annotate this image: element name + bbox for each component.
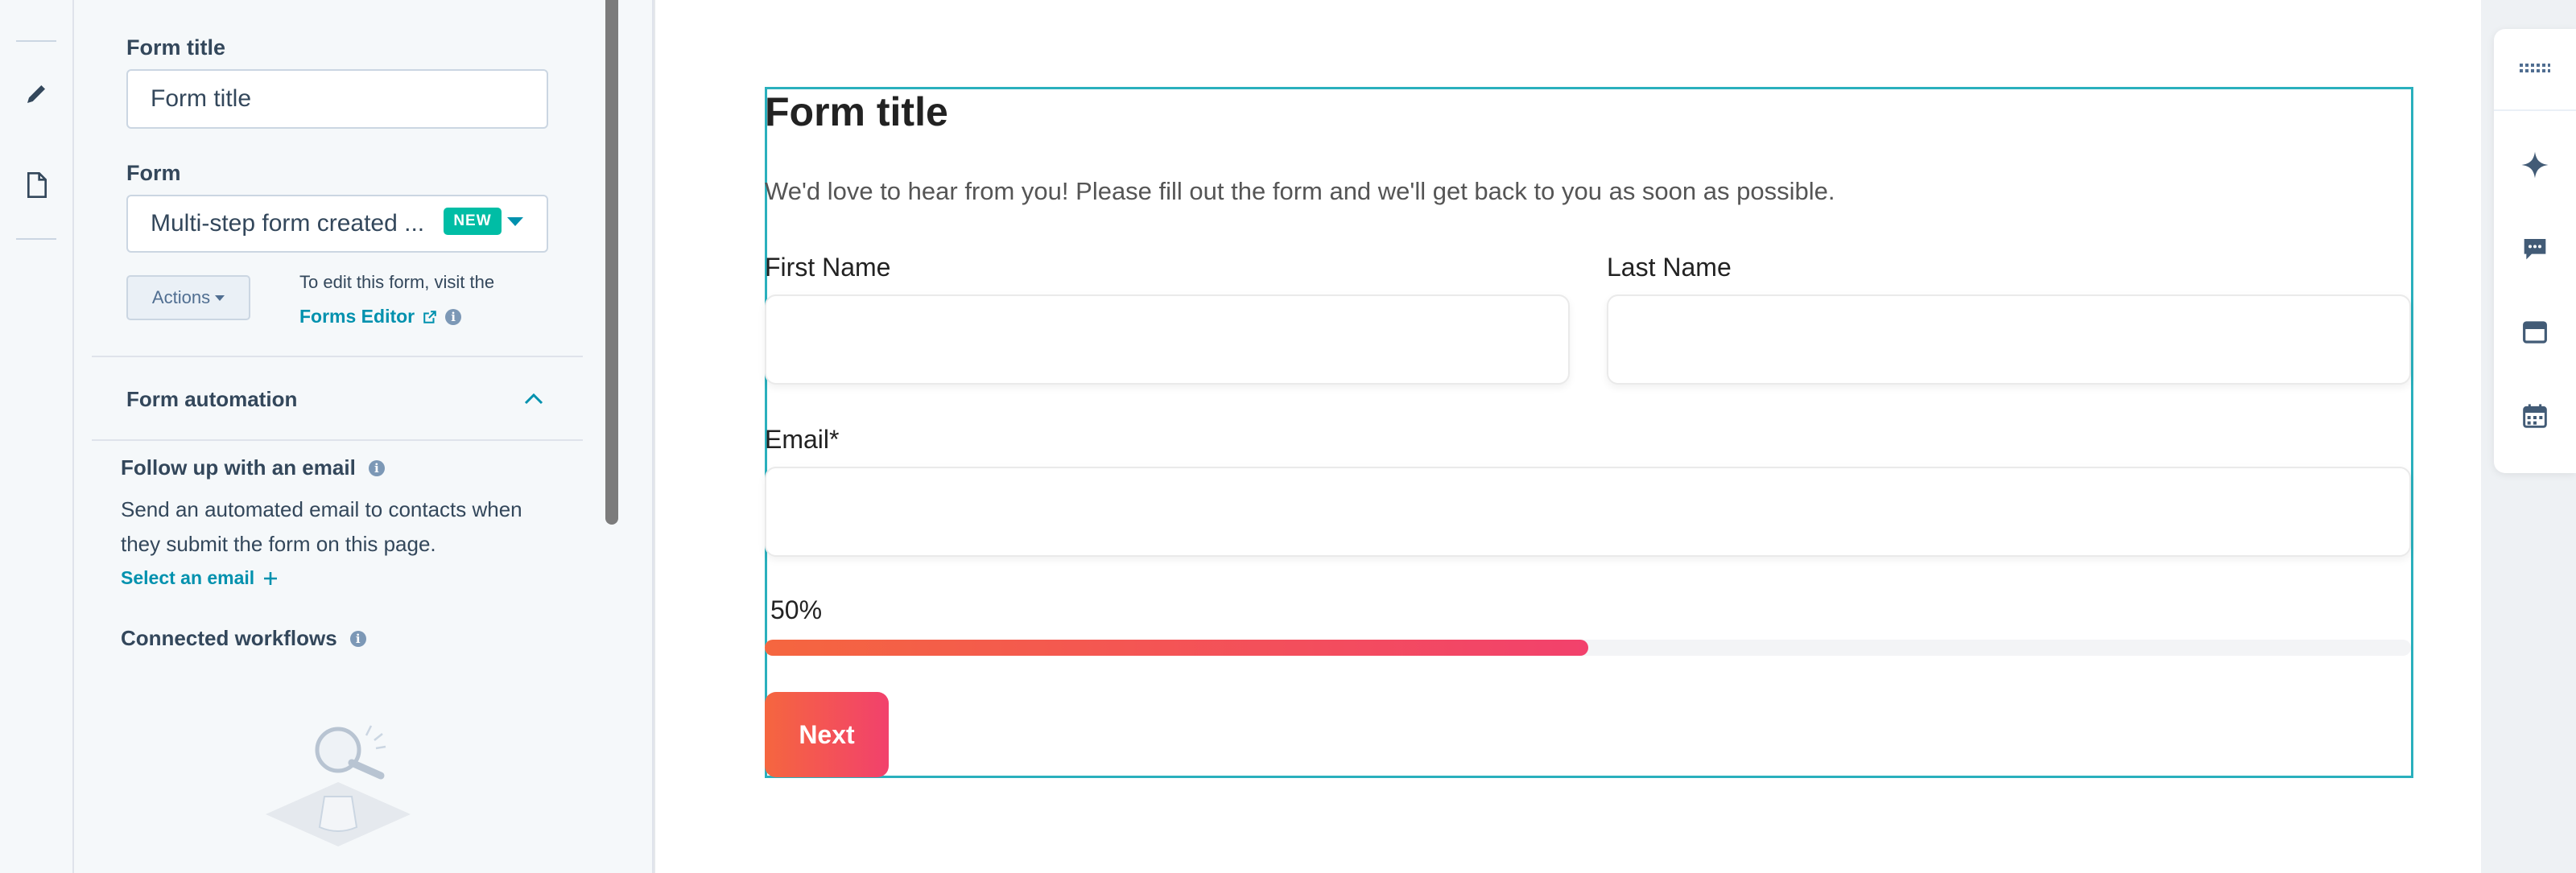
toolbar-divider: [2494, 109, 2576, 111]
next-button[interactable]: Next: [765, 692, 889, 777]
form-select-value: Multi-step form created ...: [151, 210, 425, 237]
info-icon[interactable]: i: [445, 308, 462, 325]
chevron-down-icon[interactable]: [507, 217, 523, 226]
form-automation-heading: Form automation: [126, 387, 298, 411]
rail-divider: [16, 238, 56, 240]
actions-label: Actions: [151, 287, 211, 307]
actions-button[interactable]: Actions: [126, 275, 250, 320]
select-email-link[interactable]: Select an email: [121, 567, 279, 589]
forms-editor-link[interactable]: Forms Editor i: [299, 306, 462, 327]
info-icon[interactable]: i: [368, 459, 385, 476]
progress-bar: [765, 640, 2411, 656]
page-icon[interactable]: [21, 169, 53, 201]
connected-workflows-heading: Connected workflows i: [121, 626, 366, 651]
form-title-label: Form title: [126, 35, 226, 60]
last-name-label: Last Name: [1607, 253, 1732, 282]
divider: [92, 439, 583, 441]
comment-icon[interactable]: [2518, 232, 2552, 266]
calendar-icon[interactable]: [2518, 399, 2552, 433]
connected-workflows-title: Connected workflows: [121, 626, 337, 650]
magnifier-illustration-icon: [266, 725, 411, 846]
edit-note: To edit this form, visit the: [299, 272, 495, 292]
first-name-label: First Name: [765, 253, 891, 282]
email-input[interactable]: [765, 467, 2411, 557]
progress-bar-fill: [765, 640, 1588, 656]
last-name-input[interactable]: [1607, 294, 2411, 385]
follow-up-title: Follow up with an email: [121, 455, 356, 480]
new-badge: NEW: [444, 208, 502, 235]
panel-scrollbar-thumb[interactable]: [605, 0, 618, 525]
first-name-input[interactable]: [765, 294, 1570, 385]
grid-icon[interactable]: [2518, 51, 2552, 85]
select-email-label: Select an email: [121, 567, 255, 588]
follow-up-text-2: they submit the form on this page.: [121, 532, 436, 556]
window-icon[interactable]: [2518, 315, 2552, 349]
caret-down-icon: [215, 294, 225, 301]
form-heading: Form title: [765, 89, 948, 134]
follow-up-heading: Follow up with an email i: [121, 455, 385, 480]
email-label: Email*: [765, 425, 840, 454]
left-rail: [0, 0, 74, 873]
rail-divider: [16, 40, 56, 42]
form-description: We'd love to hear from you! Please fill …: [765, 177, 1835, 205]
plus-icon: [264, 571, 278, 585]
divider: [92, 356, 583, 357]
follow-up-text-1: Send an automated email to contacts when: [121, 497, 522, 521]
form-title-input[interactable]: Form title: [126, 69, 548, 129]
external-link-icon: [423, 310, 436, 323]
chevron-up-icon[interactable]: [523, 391, 544, 406]
sparkle-icon[interactable]: [2518, 148, 2552, 182]
pencil-icon[interactable]: [21, 77, 53, 109]
right-toolbar: [2494, 29, 2576, 473]
info-icon[interactable]: i: [349, 630, 366, 647]
progress-percent: 50%: [770, 595, 823, 624]
forms-editor-label: Forms Editor: [299, 306, 415, 327]
form-label: Form: [126, 161, 181, 185]
